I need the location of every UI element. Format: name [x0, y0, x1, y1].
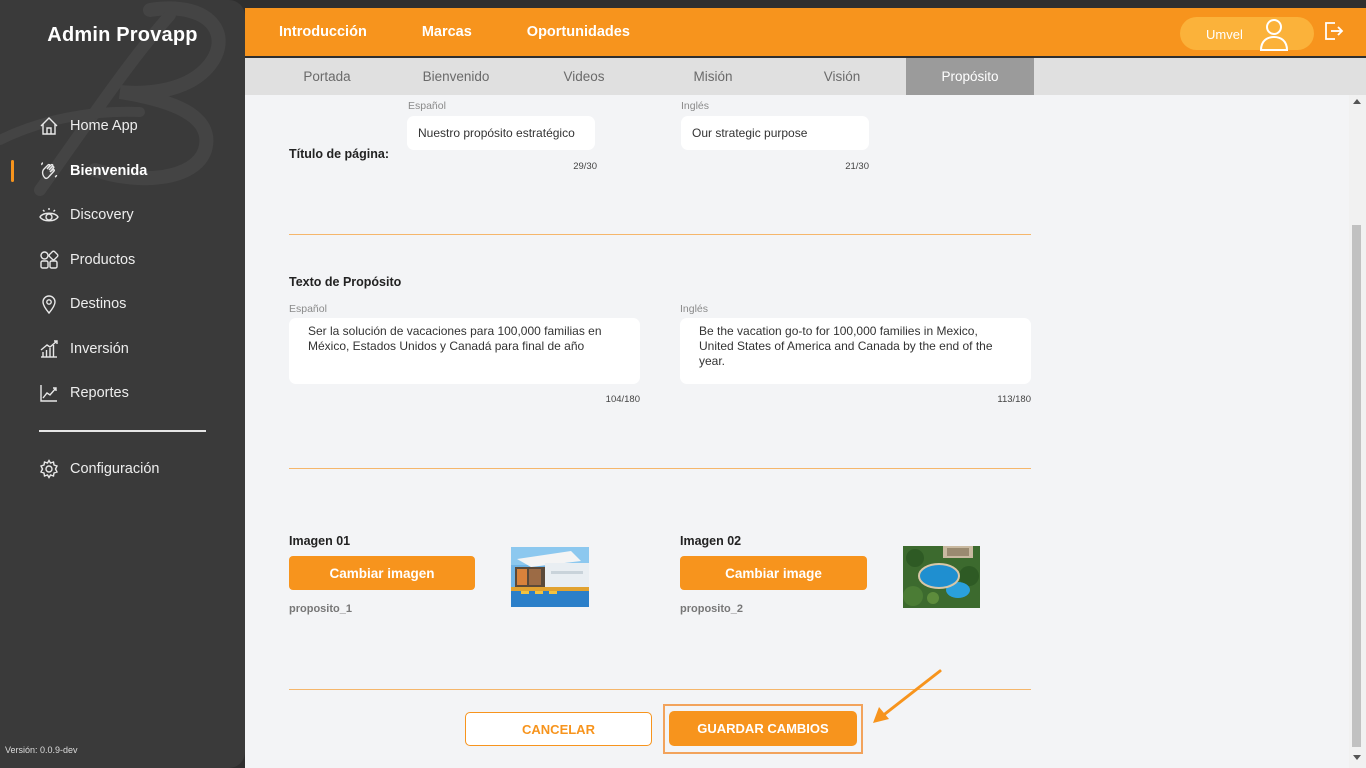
sidebar-item-label: Productos	[70, 251, 136, 268]
top-nav-introduccion[interactable]: Introducción	[279, 24, 367, 40]
sub-tabs: Portada Bienvenido Videos Misión Visión …	[245, 58, 1366, 95]
image-02-label: Imagen 02	[680, 534, 742, 548]
tab-vision[interactable]: Visión	[778, 58, 906, 95]
text-es-counter: 104/180	[605, 394, 640, 405]
sidebar-item-configuracion[interactable]: Configuración	[0, 447, 245, 492]
title-es-counter: 29/30	[573, 161, 597, 172]
main-scrollbar[interactable]	[1349, 95, 1366, 768]
sidebar-item-label: Home App	[70, 118, 138, 135]
sidebar-item-discovery[interactable]: Discovery	[0, 193, 245, 238]
home-icon	[38, 115, 60, 137]
sidebar-item-home-app[interactable]: Home App	[0, 104, 245, 149]
tab-videos[interactable]: Videos	[520, 58, 648, 95]
text-es-textarea[interactable]: Ser la solución de vacaciones para 100,0…	[289, 318, 640, 384]
bar-growth-icon	[38, 338, 60, 360]
sidebar-item-label: Reportes	[70, 385, 129, 402]
top-bar: Introducción Marcas Oportunidades Umvel	[245, 8, 1366, 56]
sidebar-menu: Home App Bienvenida Discovery Productos …	[0, 104, 245, 416]
sidebar-item-label: Inversión	[70, 340, 129, 357]
text-en-textarea[interactable]: Be the vacation go-to for 100,000 famili…	[680, 318, 1031, 384]
main-content: Español Inglés Título de página: Nuestro…	[245, 95, 1349, 768]
section-divider	[289, 234, 1031, 235]
text-en-label: Inglés	[680, 303, 709, 315]
app-brand: Admin Provapp	[47, 24, 198, 46]
tab-portada[interactable]: Portada	[263, 58, 391, 95]
title-es-label: Español	[408, 100, 446, 112]
user-menu[interactable]: Umvel	[1180, 17, 1314, 51]
sidebar-item-productos[interactable]: Productos	[0, 238, 245, 283]
change-image-02-button[interactable]: Cambiar image	[680, 556, 867, 590]
version-label: Versión: 0.0.9-dev	[5, 745, 78, 755]
line-chart-icon	[38, 382, 60, 404]
user-avatar-icon	[1259, 19, 1289, 51]
scroll-up-icon[interactable]	[1353, 99, 1361, 104]
logout-icon[interactable]	[1322, 20, 1344, 42]
title-field-label: Título de página:	[289, 147, 389, 161]
tab-mision[interactable]: Misión	[649, 58, 777, 95]
title-es-input[interactable]: Nuestro propósito estratégico	[407, 116, 595, 150]
text-es-label: Español	[289, 303, 327, 315]
eye-icon	[38, 204, 60, 226]
top-nav: Introducción Marcas Oportunidades	[279, 8, 685, 56]
sidebar-item-label: Bienvenida	[70, 162, 148, 179]
sidebar-divider	[39, 430, 206, 432]
text-field-label: Texto de Propósito	[289, 275, 402, 289]
image-01-thumbnail	[511, 547, 589, 607]
top-nav-oportunidades[interactable]: Oportunidades	[527, 24, 630, 40]
sidebar-item-reportes[interactable]: Reportes	[0, 371, 245, 416]
sidebar: Admin Provapp Home App Bienvenida Discov…	[0, 0, 245, 768]
tab-bienvenido[interactable]: Bienvenido	[392, 58, 520, 95]
tab-proposito[interactable]: Propósito	[906, 58, 1034, 95]
gear-icon	[38, 458, 60, 480]
cancel-button[interactable]: CANCELAR	[465, 712, 652, 746]
change-image-01-button[interactable]: Cambiar imagen	[289, 556, 475, 590]
image-01-filename: proposito_1	[289, 603, 352, 615]
text-en-counter: 113/180	[997, 394, 1031, 405]
sidebar-item-label: Destinos	[70, 296, 127, 313]
sidebar-item-bienvenida[interactable]: Bienvenida	[0, 149, 245, 194]
image-01-label: Imagen 01	[289, 534, 351, 548]
section-divider	[289, 468, 1031, 469]
top-nav-marcas[interactable]: Marcas	[422, 24, 472, 40]
scroll-thumb[interactable]	[1352, 225, 1361, 747]
image-02-filename: proposito_2	[680, 603, 743, 615]
location-pin-icon	[38, 293, 60, 315]
waving-hand-icon	[38, 160, 60, 182]
title-en-input[interactable]: Our strategic purpose	[681, 116, 869, 150]
title-en-label: Inglés	[681, 100, 710, 112]
annotation-arrow-icon	[873, 669, 942, 723]
grid-shapes-icon	[38, 249, 60, 271]
sidebar-item-label: Configuración	[70, 461, 160, 478]
sidebar-item-inversion[interactable]: Inversión	[0, 327, 245, 372]
sidebar-item-destinos[interactable]: Destinos	[0, 282, 245, 327]
sidebar-item-label: Discovery	[70, 207, 134, 224]
sidebar-config: Configuración	[0, 447, 245, 492]
image-02-thumbnail	[903, 546, 980, 608]
title-en-counter: 21/30	[845, 161, 869, 172]
user-name: Umvel	[1206, 27, 1243, 42]
scroll-down-icon[interactable]	[1353, 755, 1361, 760]
save-button[interactable]: GUARDAR CAMBIOS	[669, 711, 857, 746]
